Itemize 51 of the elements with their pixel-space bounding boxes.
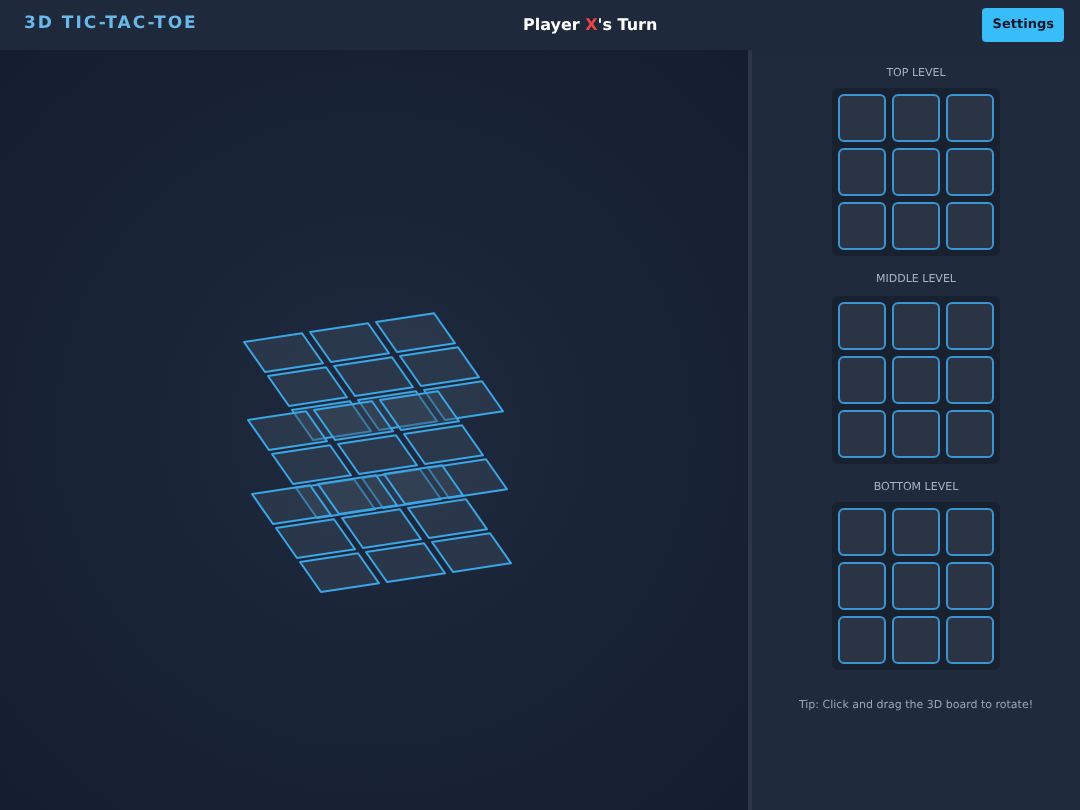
board-tile[interactable] <box>431 532 512 573</box>
turn-indicator: Player X's Turn <box>522 13 658 37</box>
board-tile[interactable] <box>309 322 390 363</box>
board-tile[interactable] <box>243 332 324 373</box>
board-cell[interactable] <box>838 561 886 610</box>
board-cell[interactable] <box>946 561 994 610</box>
board-tile[interactable] <box>247 410 328 451</box>
board-cell[interactable] <box>838 355 886 403</box>
board-tile[interactable] <box>379 390 460 431</box>
app-title: 3D TIC-TAC-TOE <box>24 12 198 38</box>
board-cell[interactable] <box>838 507 886 556</box>
board-cell[interactable] <box>946 507 994 556</box>
board-cell[interactable] <box>838 615 886 664</box>
board-tile[interactable] <box>403 424 484 465</box>
board-tile[interactable] <box>271 444 352 485</box>
board-cell[interactable] <box>838 148 886 197</box>
board-cell[interactable] <box>892 148 940 197</box>
board-tile[interactable] <box>341 508 422 549</box>
board-tile[interactable] <box>251 484 332 525</box>
board-tile[interactable] <box>365 542 446 583</box>
board-cell[interactable] <box>838 301 886 349</box>
board-cell[interactable] <box>892 94 940 143</box>
board-tile[interactable] <box>407 498 488 539</box>
board-tile[interactable] <box>423 380 504 421</box>
board-cell[interactable] <box>946 615 994 664</box>
board-tile[interactable] <box>275 518 356 559</box>
board-cell[interactable] <box>946 355 994 403</box>
board-cell[interactable] <box>946 409 994 457</box>
board-cell[interactable] <box>946 94 994 143</box>
board-cell[interactable] <box>838 409 886 457</box>
board-cell[interactable] <box>838 202 886 251</box>
board-tile[interactable] <box>375 312 456 353</box>
board-tile[interactable] <box>383 464 464 505</box>
board-cell[interactable] <box>892 355 940 403</box>
board-tile[interactable] <box>317 474 398 515</box>
board-cell[interactable] <box>946 148 994 197</box>
board-cell[interactable] <box>892 202 940 251</box>
board-tile[interactable] <box>267 366 348 407</box>
board-cell[interactable] <box>946 301 994 349</box>
board-cell[interactable] <box>838 94 886 143</box>
board-cell[interactable] <box>946 202 994 251</box>
board-tile[interactable] <box>313 400 394 441</box>
board-tile[interactable] <box>337 434 418 475</box>
board-cell[interactable] <box>892 561 940 610</box>
board-tile[interactable] <box>299 552 380 593</box>
board-tile[interactable] <box>399 346 480 387</box>
board-cell[interactable] <box>892 301 940 349</box>
board-cell[interactable] <box>892 507 940 556</box>
board-cell[interactable] <box>892 409 940 457</box>
board-cell[interactable] <box>892 615 940 664</box>
board-tile[interactable] <box>333 356 414 397</box>
